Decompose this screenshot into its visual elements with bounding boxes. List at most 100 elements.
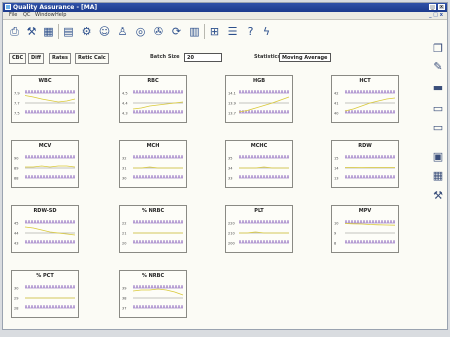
control-chart[interactable]: MCH 32 31 30 [119, 140, 187, 188]
toolbar-separator [204, 24, 205, 39]
toolbar-separator [58, 24, 59, 39]
y-tick-label: 14 [334, 167, 339, 171]
control-chart[interactable]: MCV 90 89 88 [11, 140, 79, 188]
menu-bar: File QC Window Help _ □ x [3, 12, 447, 20]
batch-size-input[interactable]: 20 [184, 53, 222, 62]
control-chart[interactable]: HGB 14.1 13.9 13.7 [225, 75, 293, 123]
y-tick-label: 37 [122, 307, 126, 311]
window-title: Quality Assurance - [MA] [13, 4, 98, 11]
y-tick-label: 88 [14, 177, 18, 181]
control-chart[interactable]: MPV 10 9 8 [331, 205, 399, 253]
close-button[interactable]: x [438, 4, 445, 10]
control-chart[interactable]: % NRBC 39 38 37 [119, 270, 187, 318]
chart-plot: 22 21 20 [122, 220, 183, 246]
y-tick-label: 89 [14, 167, 18, 171]
y-tick-label: 44 [14, 232, 19, 236]
lightning-icon[interactable]: ϟ [259, 24, 274, 39]
y-tick-label: 34 [228, 167, 233, 171]
control-chart[interactable]: RBC 4.5 4.4 4.3 [119, 75, 187, 123]
tools-icon[interactable]: ⚙ [79, 24, 94, 39]
y-tick-label: 8 [334, 242, 336, 246]
app-icon [5, 4, 11, 10]
book-icon[interactable]: ❐ [431, 41, 445, 55]
control-chart[interactable]: HCT 42 41 40 [331, 75, 399, 123]
control-chart[interactable]: RDW-SD 45 44 43 [11, 205, 79, 253]
chart-plot: 90 89 88 [14, 155, 76, 181]
y-tick-label: 4.3 [122, 112, 128, 116]
printer-icon[interactable]: ⎙ [7, 24, 22, 39]
chart-plot: 220 210 200 [228, 220, 289, 246]
chart-plot: 7.9 7.7 7.5 [14, 90, 76, 116]
chart-plot: 32 31 30 [122, 155, 183, 181]
chart-plot: 14.1 13.9 13.7 [228, 90, 290, 116]
y-tick-label: 7.9 [14, 92, 20, 96]
y-tick-label: 9 [334, 232, 336, 236]
chart-plot: 30 29 28 [14, 285, 75, 311]
menu-qc[interactable]: QC [23, 12, 30, 19]
bar-chart-icon[interactable]: ▥ [187, 24, 202, 39]
y-tick-label: 43 [14, 242, 18, 246]
batch-size-label: Batch Size [150, 54, 180, 60]
pen-icon[interactable]: ✎ [431, 59, 445, 73]
statistics-label: Statistics [254, 54, 281, 60]
gear-icon[interactable]: ✇ [151, 24, 166, 39]
series-line [239, 231, 289, 234]
y-tick-label: 4.5 [122, 92, 128, 96]
table-icon[interactable]: ▦ [41, 24, 56, 39]
menu-help[interactable]: Help [55, 12, 66, 19]
statistics-select[interactable]: Moving Average [279, 53, 331, 62]
series-line [132, 288, 184, 296]
control-chart[interactable]: RDW 15 14 13 [331, 140, 399, 188]
y-tick-label: 31 [122, 167, 126, 171]
users-icon[interactable]: ☺ [97, 24, 112, 39]
grid-icon[interactable]: ⊞ [207, 24, 222, 39]
y-tick-label: 30 [122, 177, 126, 181]
y-tick-label: 21 [122, 232, 126, 236]
cycle-icon[interactable]: ⟳ [169, 24, 184, 39]
title-bar: Quality Assurance - [MA] _ x [3, 3, 447, 12]
document-window-controls[interactable]: _ □ x [429, 12, 443, 19]
right-toolbar: ❐ ✎ ▬ ▭ ▭ ▣ ▦ ⚒ [430, 41, 446, 221]
series-line [344, 97, 396, 112]
y-tick-label: 4.4 [122, 102, 128, 106]
display-icon[interactable]: ▣ [431, 149, 445, 163]
y-tick-label: 28 [14, 307, 18, 311]
series-line [238, 96, 290, 113]
target-icon[interactable]: ◎ [133, 24, 148, 39]
minimize-button[interactable]: _ [429, 4, 436, 10]
card-icon[interactable]: ▭ [431, 101, 445, 115]
y-tick-label: 39 [122, 287, 126, 291]
chart-plot: 42 41 40 [334, 90, 396, 116]
y-tick-label: 220 [228, 222, 235, 226]
menu-window[interactable]: Window [35, 12, 55, 19]
grid-icon[interactable]: ▦ [431, 168, 445, 182]
chart-icon[interactable]: ▤ [61, 24, 76, 39]
y-tick-label: 210 [228, 232, 235, 236]
y-tick-label: 41 [334, 102, 338, 106]
y-tick-label: 90 [14, 157, 18, 161]
y-tick-label: 32 [122, 157, 126, 161]
control-chart[interactable]: MCHC 35 34 33 [225, 140, 293, 188]
y-tick-label: 45 [14, 222, 18, 226]
control-chart[interactable]: WBC 7.9 7.7 7.5 [11, 75, 79, 123]
help-icon[interactable]: ? [243, 24, 258, 39]
y-tick-label: 40 [334, 112, 338, 116]
person-icon[interactable]: ♙ [115, 24, 130, 39]
chart-plot: 10 9 8 [334, 220, 396, 246]
list-icon[interactable]: ☰ [225, 24, 240, 39]
y-tick-label: 30 [14, 287, 18, 291]
folder-icon[interactable]: ▬ [431, 80, 445, 94]
series-line [25, 165, 76, 168]
wrench-icon[interactable]: ⚒ [24, 24, 39, 39]
card-icon[interactable]: ▭ [431, 120, 445, 134]
y-tick-label: 13.7 [228, 112, 236, 116]
y-tick-label: 15 [334, 157, 338, 161]
control-chart[interactable]: % NRBC 22 21 20 [119, 205, 187, 253]
control-chart[interactable]: % PCT 30 29 28 [11, 270, 79, 318]
control-chart[interactable]: PLT 220 210 200 [225, 205, 293, 253]
y-tick-label: 20 [122, 242, 126, 246]
tool-icon[interactable]: ⚒ [431, 188, 445, 202]
y-tick-label: 7.7 [14, 102, 20, 106]
menu-file[interactable]: File [9, 12, 17, 19]
y-tick-label: 22 [122, 222, 126, 226]
